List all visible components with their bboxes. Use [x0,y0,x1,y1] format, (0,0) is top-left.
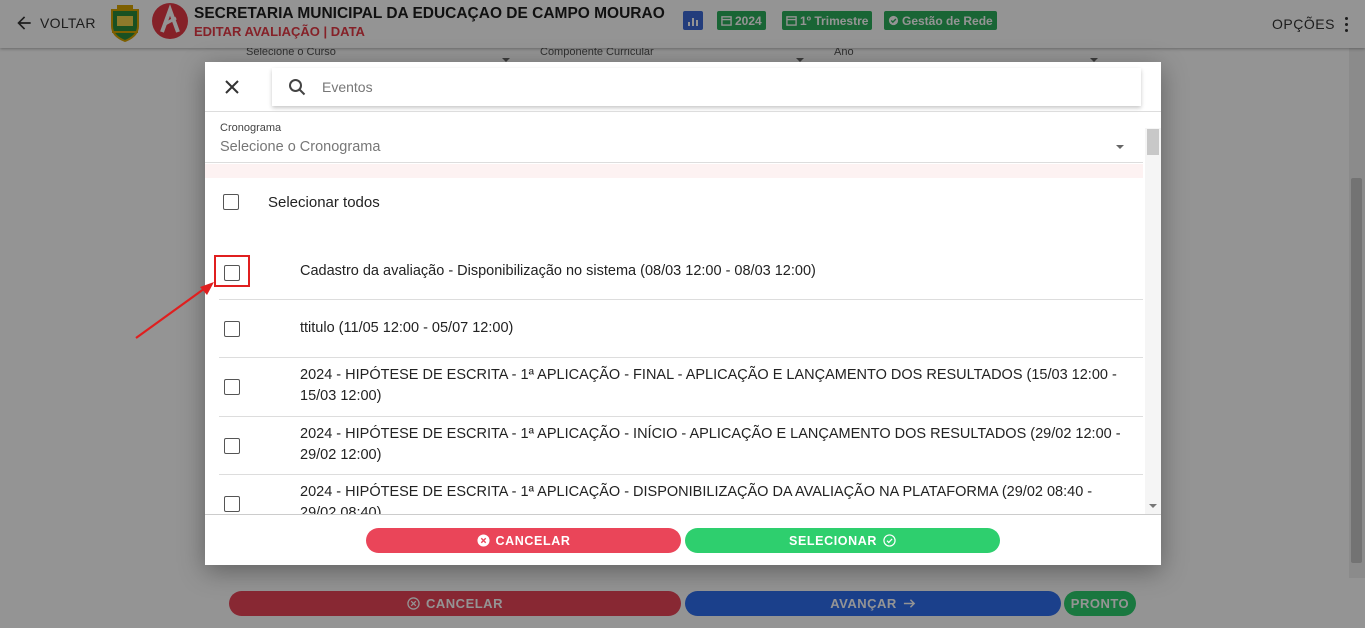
event-label: ttitulo (11/05 12:00 - 05/07 12:00) [300,320,514,336]
event-checkbox[interactable] [224,496,240,512]
dialog-cancel-label: CANCELAR [495,533,571,548]
dialog-cancel-button[interactable]: CANCELAR [366,528,681,553]
search-bar [272,68,1141,106]
close-icon[interactable] [223,78,241,96]
dialog-select-button[interactable]: SELECIONAR [685,528,1000,553]
events-dialog: Cronograma Selecione o Cronograma Seleci… [205,62,1161,565]
event-checkbox[interactable] [224,379,240,395]
check-circle-icon [883,534,896,547]
event-checkbox[interactable] [224,438,240,454]
list-scrollbar[interactable] [1145,128,1161,514]
list-item[interactable]: 2024 - HIPÓTESE DE ESCRITA - 1ª APLICAÇÃ… [219,358,1143,417]
event-checkbox[interactable] [224,321,240,337]
select-all-checkbox[interactable] [223,194,239,210]
cronograma-placeholder: Selecione o Cronograma [220,139,381,155]
scroll-down-icon[interactable] [1149,504,1157,508]
search-input[interactable] [322,79,1022,95]
dialog-select-label: SELECIONAR [789,533,877,548]
times-circle-icon [476,534,490,547]
list-item[interactable]: ttitulo (11/05 12:00 - 05/07 12:00) [219,300,1143,358]
list-item[interactable]: 2024 - HIPÓTESE DE ESCRITA - 1ª APLICAÇÃ… [219,475,1143,514]
list-item[interactable]: Cadastro da avaliação - Disponibilização… [219,240,1143,300]
cronograma-label: Cronograma [220,122,282,134]
event-checkbox[interactable] [224,265,240,281]
event-label: Cadastro da avaliação - Disponibilização… [300,263,816,279]
event-label: 2024 - HIPÓTESE DE ESCRITA - 1ª APLICAÇÃ… [300,426,1121,463]
cronograma-select[interactable]: Cronograma Selecione o Cronograma [205,113,1143,163]
search-icon [289,79,306,96]
list-item[interactable]: 2024 - HIPÓTESE DE ESCRITA - 1ª APLICAÇÃ… [219,417,1143,475]
event-label: 2024 - HIPÓTESE DE ESCRITA - 1ª APLICAÇÃ… [300,367,1117,404]
chevron-down-icon [1116,145,1124,149]
event-label: 2024 - HIPÓTESE DE ESCRITA - 1ª APLICAÇÃ… [300,484,1093,514]
select-all-label: Selecionar todos [268,194,380,211]
events-list: Selecionar todos Cadastro da avaliação -… [205,178,1143,514]
